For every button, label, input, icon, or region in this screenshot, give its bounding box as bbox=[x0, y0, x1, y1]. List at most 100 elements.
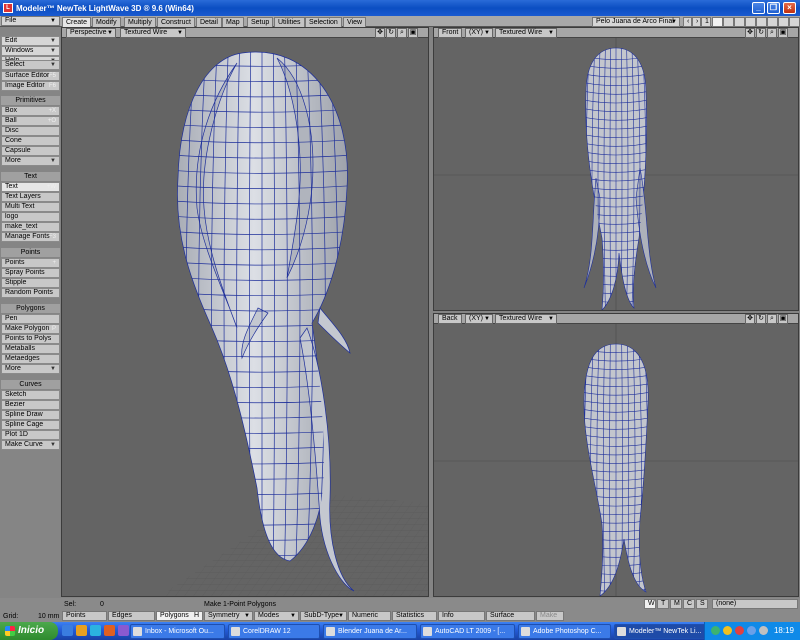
tool-random-points[interactable]: Random Points bbox=[1, 288, 60, 298]
menu-file[interactable]: File ▼ bbox=[1, 16, 60, 26]
tool-select[interactable]: Select ▼ bbox=[1, 60, 60, 70]
next-layer-icon[interactable]: › bbox=[692, 17, 701, 27]
tool-image-editor[interactable]: Image Editor F6 bbox=[1, 81, 60, 91]
taskbar-item[interactable]: Inbox - Microsoft Ou... bbox=[130, 624, 225, 639]
viewport-front[interactable]: Front (XY) ▼ Textured Wire ▼ ✥ ↻ ⌕ ▣ bbox=[433, 27, 799, 311]
close-button[interactable]: × bbox=[783, 2, 796, 14]
layer-button[interactable] bbox=[789, 17, 800, 27]
outlook-icon[interactable] bbox=[76, 625, 87, 636]
tool-box[interactable]: Box +X bbox=[1, 106, 60, 116]
prev-layer-icon[interactable]: ‹ bbox=[683, 17, 692, 27]
restore-button[interactable]: ❐ bbox=[767, 2, 780, 14]
tool-text-layers[interactable]: Text Layers bbox=[1, 192, 60, 202]
view-axis-select[interactable]: (XY) ▼ bbox=[465, 28, 493, 38]
tool-text[interactable]: Text +W bbox=[1, 182, 60, 192]
layer-button[interactable] bbox=[778, 17, 789, 27]
tool-cone[interactable]: Cone bbox=[1, 136, 60, 146]
tab-multiply[interactable]: Multiply bbox=[124, 17, 156, 27]
viewport-perspective[interactable]: Perspective ▼ Textured Wire ▼ ✥ ↻ ⌕ ▣ bbox=[61, 27, 429, 597]
rotate-view-icon[interactable]: ↻ bbox=[386, 28, 396, 38]
tool-sketch[interactable]: Sketch bbox=[1, 390, 60, 400]
tool-spline-draw[interactable]: Spline Draw bbox=[1, 410, 60, 420]
taskbar-item[interactable]: Blender Juana de Ar... bbox=[323, 624, 417, 639]
layer-button[interactable] bbox=[712, 17, 723, 27]
wtmcs-c-button[interactable]: C bbox=[683, 599, 695, 609]
view-type-select[interactable]: Perspective ▼ bbox=[66, 28, 116, 38]
title-bar[interactable]: L Modeler™ NewTek LightWave 3D ® 9.6 (Wi… bbox=[0, 0, 800, 16]
tab-construct[interactable]: Construct bbox=[157, 17, 195, 27]
usb-icon[interactable] bbox=[759, 626, 768, 635]
tab-setup[interactable]: Setup bbox=[247, 17, 274, 27]
tool-spline-cage[interactable]: Spline Cage bbox=[1, 420, 60, 430]
maximize-view-icon[interactable]: ▣ bbox=[408, 28, 418, 38]
tab-view[interactable]: View bbox=[343, 17, 367, 27]
tool-make-curve[interactable]: Make Curve ▼ bbox=[1, 440, 60, 450]
tool-plot-1d[interactable]: Plot 1D bbox=[1, 430, 60, 440]
tool-surface-editor[interactable]: Surface Editor F5 bbox=[1, 71, 60, 81]
maximize-view-icon[interactable]: ▣ bbox=[778, 28, 788, 38]
taskbar-item[interactable]: Modeler™ NewTek Li... bbox=[614, 624, 709, 639]
layer-button[interactable] bbox=[734, 17, 745, 27]
tool-multi-text[interactable]: Multi Text bbox=[1, 202, 60, 212]
antivirus-icon[interactable] bbox=[735, 626, 744, 635]
move-view-icon[interactable]: ✥ bbox=[745, 28, 755, 38]
start-button[interactable]: Inicio bbox=[0, 622, 58, 640]
view-type-select[interactable]: Front bbox=[438, 28, 462, 38]
tool-make_text[interactable]: make_text bbox=[1, 222, 60, 232]
tab-map[interactable]: Map bbox=[222, 17, 244, 27]
tool-spray-points[interactable]: Spray Points bbox=[1, 268, 60, 278]
tool-make-polygon[interactable]: Make Polygon P bbox=[1, 324, 60, 334]
zoom-view-icon[interactable]: ⌕ bbox=[767, 314, 777, 324]
mode-subd-type[interactable]: SubD-Type ▼ bbox=[300, 611, 347, 621]
tool-capsule[interactable]: Capsule bbox=[1, 146, 60, 156]
mode-surface[interactable]: Surface bbox=[486, 611, 535, 621]
tool-metaballs[interactable]: Metaballs bbox=[1, 344, 60, 354]
tab-utilities[interactable]: Utilities bbox=[274, 17, 305, 27]
tab-selection[interactable]: Selection bbox=[305, 17, 342, 27]
taskbar-item[interactable]: Adobe Photoshop C... bbox=[518, 624, 611, 639]
mode-info[interactable]: Info bbox=[438, 611, 485, 621]
tab-create[interactable]: Create bbox=[62, 17, 92, 27]
tool-ball[interactable]: Ball +O bbox=[1, 116, 60, 126]
tool-logo[interactable]: logo bbox=[1, 212, 60, 222]
tool-more[interactable]: More ▼ bbox=[1, 156, 60, 166]
mode-polygons[interactable]: Polygons H bbox=[156, 611, 203, 621]
tool-disc[interactable]: Disc bbox=[1, 126, 60, 136]
render-mode-select[interactable]: Textured Wire ▼ bbox=[120, 28, 186, 38]
volume-icon[interactable] bbox=[747, 626, 756, 635]
viewport-back[interactable]: Back (XY) ▼ Textured Wire ▼ ✥ ↻ ⌕ ▣ bbox=[433, 313, 799, 597]
surface-select[interactable]: (none) bbox=[712, 599, 798, 609]
desktop-icon[interactable] bbox=[118, 625, 129, 636]
minimize-button[interactable]: _ bbox=[752, 2, 765, 14]
mode-statistics[interactable]: Statistics bbox=[392, 611, 437, 621]
ie-icon[interactable] bbox=[62, 625, 73, 636]
maximize-view-icon[interactable]: ▣ bbox=[778, 314, 788, 324]
tool-points[interactable]: Points + bbox=[1, 258, 60, 268]
layer-button[interactable] bbox=[767, 17, 778, 27]
layer-button[interactable] bbox=[723, 17, 734, 27]
tab-detail[interactable]: Detail bbox=[196, 17, 222, 27]
taskbar-item[interactable]: CorelDRAW 12 bbox=[228, 624, 320, 639]
mediaplayer-icon[interactable] bbox=[104, 625, 115, 636]
wtmcs-m-button[interactable]: M bbox=[670, 599, 682, 609]
mode-edges[interactable]: Edges bbox=[108, 611, 155, 621]
tool-stipple[interactable]: Stipple bbox=[1, 278, 60, 288]
object-select[interactable]: Pelo Juana de Arco Final ▼ bbox=[592, 17, 680, 27]
layer-button[interactable] bbox=[756, 17, 767, 27]
layer-number[interactable]: 1 bbox=[701, 17, 711, 27]
mode-symmetry[interactable]: Symmetry ▼ bbox=[204, 611, 253, 621]
menu-windows[interactable]: Windows ▼ bbox=[1, 46, 60, 56]
messenger-icon[interactable] bbox=[90, 625, 101, 636]
wtmcs-s-button[interactable]: S bbox=[696, 599, 708, 609]
wtmcs-t-button[interactable]: T bbox=[657, 599, 669, 609]
rotate-view-icon[interactable]: ↻ bbox=[756, 314, 766, 324]
view-axis-select[interactable]: (XY) ▼ bbox=[465, 314, 493, 324]
view-type-select[interactable]: Back bbox=[438, 314, 462, 324]
render-mode-select[interactable]: Textured Wire ▼ bbox=[495, 314, 557, 324]
mode-points[interactable]: Points bbox=[62, 611, 107, 621]
zoom-view-icon[interactable]: ⌕ bbox=[397, 28, 407, 38]
shield-icon[interactable] bbox=[723, 626, 732, 635]
move-view-icon[interactable]: ✥ bbox=[745, 314, 755, 324]
layer-button[interactable] bbox=[745, 17, 756, 27]
tool-manage-fonts[interactable]: Manage Fonts F3 bbox=[1, 232, 60, 242]
